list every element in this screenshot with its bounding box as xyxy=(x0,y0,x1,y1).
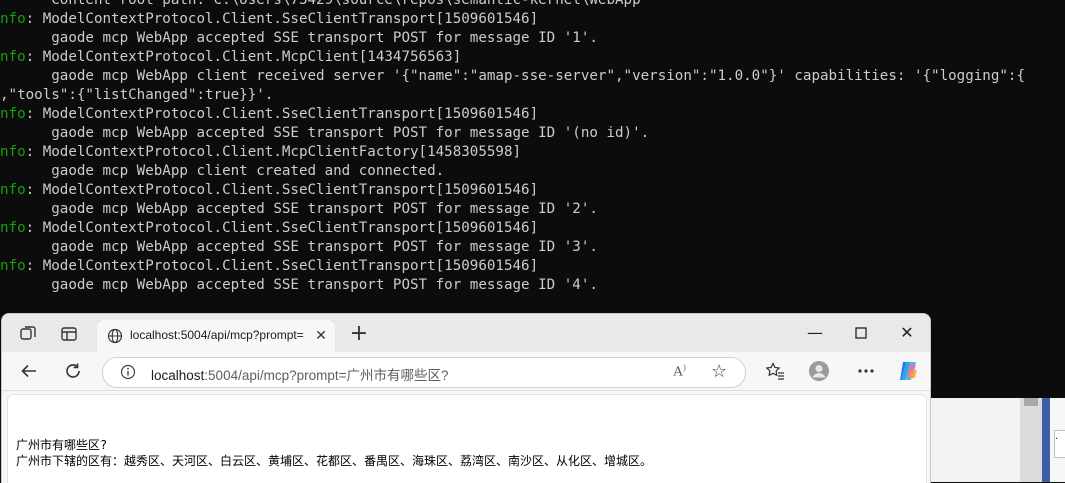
log-text: : ModelContextProtocol.Client.SseClientT… xyxy=(25,182,539,198)
terminal-line: nfo: ModelContextProtocol.Client.McpClie… xyxy=(0,143,521,162)
log-text: : ModelContextProtocol.Client.SseClientT… xyxy=(25,11,539,27)
background-box: . xyxy=(1054,430,1065,458)
log-text: gaode mcp WebApp client created and conn… xyxy=(0,163,445,179)
terminal-line: gaode mcp WebApp accepted SSE transport … xyxy=(0,276,598,295)
browser-window: localhost:5004/api/mcp?prompt= ✕ + — ✕ l… xyxy=(1,313,931,483)
terminal-line: nfo: ModelContextProtocol.Client.SseClie… xyxy=(0,10,538,29)
log-text: : ModelContextProtocol.Client.SseClientT… xyxy=(25,106,539,122)
navigation-bar: localhost:5004/api/mcp?prompt=广州市有哪些区? A… xyxy=(2,352,930,390)
log-text: gaode mcp WebApp accepted SSE transport … xyxy=(0,277,598,293)
favorites-icon[interactable] xyxy=(764,360,786,382)
page-content: 广州市有哪些区? 广州市下辖的区有：越秀区、天河区、白云区、黄埔区、花都区、番禺… xyxy=(7,394,927,483)
read-aloud-icon[interactable]: A) xyxy=(673,363,693,383)
log-text: gaode mcp WebApp accepted SSE transport … xyxy=(0,239,598,255)
terminal-line: gaode mcp WebApp accepted SSE transport … xyxy=(0,124,649,143)
terminal-line: gaode mcp WebApp accepted SSE transport … xyxy=(0,200,598,219)
tab-actions-icon[interactable] xyxy=(59,324,79,344)
terminal-line: Content root path: C:\Users\73429\source… xyxy=(0,0,641,10)
log-text: : ModelContextProtocol.Client.McpClientF… xyxy=(25,144,522,160)
terminal-line: nfo: ModelContextProtocol.Client.SseClie… xyxy=(0,181,538,200)
log-level: nfo xyxy=(0,220,26,236)
terminal-line: nfo: ModelContextProtocol.Client.McpClie… xyxy=(0,48,461,67)
log-text: gaode mcp WebApp accepted SSE transport … xyxy=(0,201,598,217)
scrollbar-thumb[interactable] xyxy=(1024,398,1038,406)
tab-active[interactable]: localhost:5004/api/mcp?prompt= ✕ xyxy=(97,320,335,353)
answer-text: 广州市下辖的区有：越秀区、天河区、白云区、黄埔区、花都区、番禺区、海珠区、荔湾区… xyxy=(16,454,653,468)
log-text: : ModelContextProtocol.Client.McpClient[… xyxy=(25,49,462,65)
tab-title: localhost:5004/api/mcp?prompt= xyxy=(130,328,304,342)
site-info-icon[interactable] xyxy=(120,364,136,380)
refresh-icon[interactable] xyxy=(62,360,84,382)
more-options-icon[interactable] xyxy=(855,360,877,382)
log-level: nfo xyxy=(0,49,26,65)
maximize-icon[interactable] xyxy=(849,322,873,346)
log-text: : ModelContextProtocol.Client.SseClientT… xyxy=(25,220,539,236)
terminal-line: nfo: ModelContextProtocol.Client.SseClie… xyxy=(0,105,538,124)
tab-bar: localhost:5004/api/mcp?prompt= ✕ + — ✕ xyxy=(2,314,930,353)
terminal-line: gaode mcp WebApp client received server … xyxy=(0,67,1025,86)
profile-avatar-icon[interactable] xyxy=(808,360,830,382)
terminal-line: gaode mcp WebApp accepted SSE transport … xyxy=(0,29,598,48)
terminal-line: nfo: ModelContextProtocol.Client.SseClie… xyxy=(0,257,538,276)
log-text: gaode mcp WebApp client received server … xyxy=(0,68,1025,84)
log-level: nfo xyxy=(0,144,26,160)
log-level: nfo xyxy=(0,11,26,27)
log-level: nfo xyxy=(0,106,26,122)
terminal-line: nfo: ModelContextProtocol.Client.SseClie… xyxy=(0,219,538,238)
new-tab-icon[interactable]: + xyxy=(348,323,370,345)
log-text: gaode mcp WebApp accepted SSE transport … xyxy=(0,125,650,141)
log-text: gaode mcp WebApp accepted SSE transport … xyxy=(0,30,598,46)
close-tab-icon[interactable]: ✕ xyxy=(313,328,329,344)
background-app-window: . xyxy=(930,398,1065,482)
favorite-star-icon[interactable]: ☆ xyxy=(711,362,731,382)
globe-icon xyxy=(107,328,123,344)
log-text: : ModelContextProtocol.Client.SseClientT… xyxy=(25,258,539,274)
background-scrollbar[interactable] xyxy=(1020,398,1042,482)
log-text: Content root path: C:\Users\73429\source… xyxy=(0,0,641,8)
close-window-icon[interactable]: ✕ xyxy=(895,322,919,346)
question-text: 广州市有哪些区? xyxy=(16,438,108,452)
url-host: localhost xyxy=(151,368,205,383)
workspaces-icon[interactable] xyxy=(18,324,38,344)
minimize-icon[interactable]: — xyxy=(803,322,827,346)
log-text: ,"tools":{"listChanged":true}}'. xyxy=(0,87,274,103)
log-level: nfo xyxy=(0,258,26,274)
background-divider xyxy=(1042,398,1050,482)
address-bar[interactable]: localhost:5004/api/mcp?prompt=广州市有哪些区? A… xyxy=(102,357,746,388)
terminal-line: gaode mcp WebApp client created and conn… xyxy=(0,162,444,181)
url-text[interactable]: localhost:5004/api/mcp?prompt=广州市有哪些区? xyxy=(151,364,449,384)
log-level: nfo xyxy=(0,182,26,198)
url-path: :5004/api/mcp?prompt=广州市有哪些区? xyxy=(204,368,449,383)
copilot-icon[interactable] xyxy=(897,360,919,382)
back-icon[interactable] xyxy=(18,360,40,382)
terminal-line: ,"tools":{"listChanged":true}}'. xyxy=(0,86,273,105)
toolbar-divider xyxy=(2,390,930,391)
terminal-line: gaode mcp WebApp accepted SSE transport … xyxy=(0,238,598,257)
